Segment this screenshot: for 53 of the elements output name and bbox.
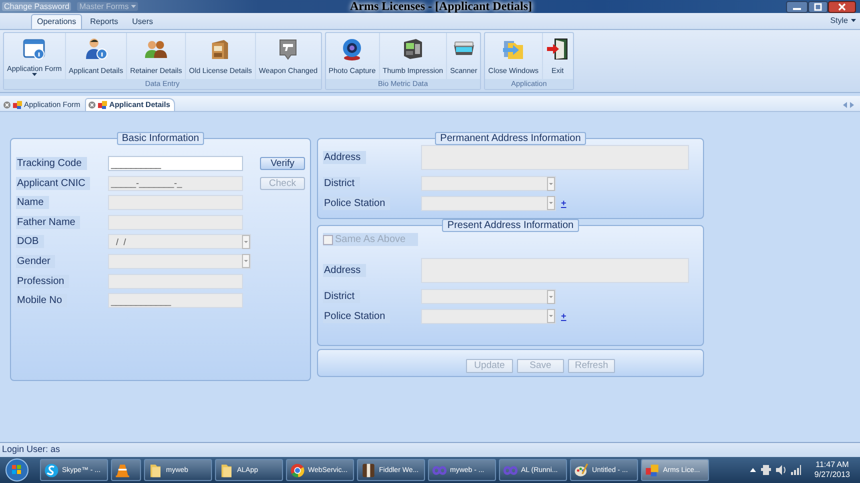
- app-window-icon: [645, 462, 660, 478]
- signal-icon[interactable]: [791, 465, 802, 475]
- plug-icon[interactable]: [761, 465, 772, 475]
- field-label: Applicant CNIC: [16, 176, 90, 190]
- caret-icon: [851, 19, 856, 22]
- chat-bubble-icon: [44, 462, 59, 478]
- folder-icon: [148, 462, 163, 478]
- ribbon-tab[interactable]: Reports: [84, 14, 124, 29]
- browser-icon: [290, 462, 305, 478]
- form-window-icon: [22, 37, 46, 61]
- folder-icon: [219, 462, 234, 478]
- window-title: Arms Licenses - [Applicant Detials]: [349, 0, 533, 14]
- caret-icon: [32, 73, 37, 76]
- field-label: District: [323, 290, 360, 303]
- form-button[interactable]: Verify: [260, 157, 305, 170]
- field-label: Address: [323, 264, 366, 277]
- field-label: Police Station: [323, 310, 390, 323]
- expand-tray-icon[interactable]: [750, 468, 756, 472]
- ribbon-tab[interactable]: Users: [126, 14, 160, 29]
- ribbon-tab[interactable]: Operations: [31, 14, 82, 29]
- panel-title: Permanent Address Information: [435, 132, 586, 145]
- scroll-right-icon[interactable]: [850, 102, 854, 108]
- field-label: Mobile No: [16, 294, 68, 308]
- scroll-left-icon[interactable]: [843, 102, 847, 108]
- minimize-icon[interactable]: [786, 0, 808, 12]
- traffic-cone-icon: [115, 462, 130, 478]
- field-label: DOB: [16, 235, 44, 248]
- app-icon: [361, 462, 376, 478]
- field-label: District: [323, 177, 360, 190]
- exit-door-icon: [546, 37, 570, 61]
- field-label: Father Name: [16, 216, 80, 229]
- field-label: Tracking Code: [16, 157, 87, 170]
- style-menu[interactable]: Style: [830, 16, 860, 29]
- field-label: Police Station: [323, 196, 390, 210]
- person-icon: [84, 37, 108, 61]
- app-window-icon: [98, 100, 108, 108]
- field-label: Address: [323, 151, 366, 164]
- caret-icon: [130, 4, 136, 8]
- login-status: Login User: as: [2, 444, 60, 454]
- start-orb-icon[interactable]: [4, 458, 30, 482]
- field-label: Name: [16, 196, 49, 210]
- palette-icon: [574, 462, 589, 478]
- panel-title: Basic Information: [116, 132, 204, 145]
- restore-icon[interactable]: [808, 0, 828, 12]
- clock[interactable]: 11:47 AM 9/27/2013: [814, 460, 850, 480]
- panel-title: Present Address Information: [442, 219, 579, 232]
- field-label: Gender: [16, 254, 56, 268]
- volume-icon[interactable]: [776, 465, 786, 475]
- taskbar-button[interactable]: [111, 459, 141, 481]
- input-field[interactable]: __________: [108, 156, 243, 171]
- field-label: Profession: [16, 274, 70, 288]
- app-window-icon: [13, 100, 22, 108]
- close-icon[interactable]: [828, 0, 856, 12]
